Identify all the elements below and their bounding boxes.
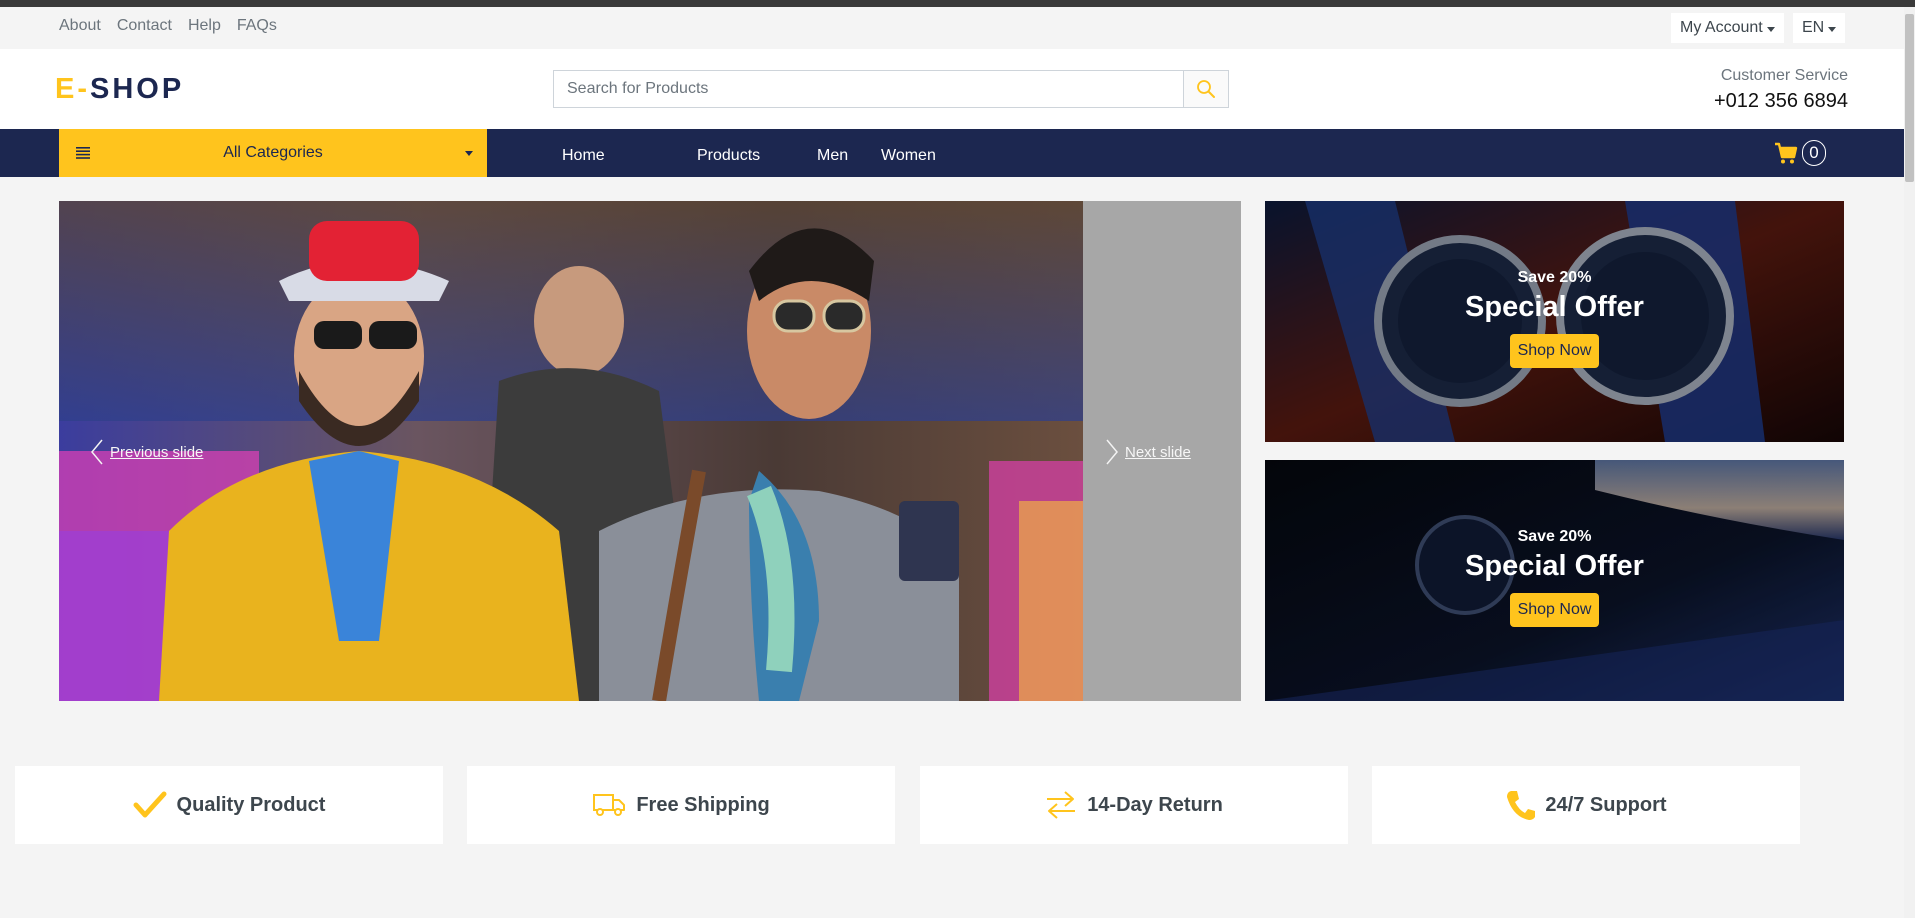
- top-links: About Contact Help FAQs: [59, 17, 277, 35]
- hero-carousel: Previous slide Next slide: [59, 201, 1241, 701]
- cart-button[interactable]: 0: [1774, 140, 1826, 166]
- all-categories-label: All Categories: [223, 144, 323, 161]
- offer-banner: Save 20% Special Offer Shop Now: [1265, 201, 1844, 442]
- search-button[interactable]: [1183, 71, 1228, 107]
- my-account-dropdown[interactable]: My Account: [1671, 13, 1784, 43]
- top-link-faqs[interactable]: FAQs: [237, 17, 277, 35]
- offer-content: Save 20% Special Offer Shop Now: [1265, 201, 1844, 442]
- offer-content: Save 20% Special Offer Shop Now: [1265, 460, 1844, 701]
- caret-down-icon: [1766, 26, 1775, 32]
- my-account-label: My Account: [1680, 19, 1763, 36]
- feature-label: 24/7 Support: [1545, 793, 1667, 816]
- search-input[interactable]: [554, 71, 1185, 107]
- nav-link-products[interactable]: Products: [697, 147, 760, 165]
- top-link-about[interactable]: About: [59, 17, 101, 35]
- browser-top-edge: [0, 0, 1915, 7]
- logo-main: SHOP: [90, 73, 185, 105]
- main-navbar: All Categories Home Products Men Women 0: [0, 129, 1904, 177]
- scrollbar-thumb[interactable]: [1905, 14, 1914, 182]
- language-label: EN: [1802, 19, 1825, 36]
- search-icon: [1197, 80, 1215, 98]
- caret-down-icon: [1828, 26, 1837, 32]
- offer-title: Special Offer: [1465, 550, 1644, 582]
- nav-link-men[interactable]: Men: [817, 147, 848, 165]
- language-dropdown[interactable]: EN: [1793, 13, 1846, 43]
- offer-save-text: Save 20%: [1517, 528, 1592, 545]
- offer-banner: Save 20% Special Offer Shop Now: [1265, 460, 1844, 701]
- feature-free-shipping: Free Shipping: [467, 766, 895, 844]
- top-link-help[interactable]: Help: [188, 17, 221, 35]
- feature-24-7-support: 24/7 Support: [1372, 766, 1800, 844]
- all-categories-button[interactable]: All Categories: [59, 129, 487, 177]
- customer-service-label: Customer Service: [1720, 67, 1848, 84]
- cart-count-badge: 0: [1802, 140, 1826, 166]
- customer-service-phone: +012 356 6894: [1713, 90, 1848, 112]
- top-bar: About Contact Help FAQs My Account EN: [0, 7, 1904, 49]
- nav-link-home[interactable]: Home: [562, 147, 605, 165]
- previous-slide-label: Previous slide: [110, 443, 204, 461]
- offer-title: Special Offer: [1465, 291, 1644, 323]
- offer-save-text: Save 20%: [1517, 269, 1592, 286]
- search-bar: [553, 70, 1229, 108]
- check-icon: [133, 791, 167, 818]
- feature-label: Quality Product: [176, 793, 326, 816]
- logo[interactable]: E-SHOP: [55, 73, 184, 106]
- previous-slide-control[interactable]: Previous slide: [90, 439, 203, 465]
- logo-prefix: E-: [55, 73, 90, 105]
- chevron-left-icon: [91, 439, 103, 465]
- next-slide-label: Next slide: [1125, 443, 1191, 461]
- top-link-contact[interactable]: Contact: [117, 17, 172, 35]
- next-slide-control[interactable]: Next slide: [1105, 439, 1191, 465]
- chevron-down-icon: [465, 151, 473, 156]
- chevron-right-icon: [1106, 439, 1118, 465]
- phone-icon: [1507, 791, 1536, 820]
- feature-label: 14-Day Return: [1087, 793, 1223, 816]
- site-header: E-SHOP Customer Service +012 356 6894: [0, 49, 1904, 129]
- truck-icon: [593, 794, 626, 816]
- exchange-arrows-icon: [1047, 791, 1076, 819]
- feature-label: Free Shipping: [636, 793, 770, 816]
- cart-icon: [1775, 142, 1798, 164]
- feature-14-day-return: 14-Day Return: [920, 766, 1348, 844]
- shop-now-button[interactable]: Shop Now: [1509, 593, 1600, 627]
- nav-link-women[interactable]: Women: [881, 147, 936, 165]
- feature-quality-product: Quality Product: [15, 766, 443, 844]
- hero-image: [59, 201, 1083, 701]
- features-row: Quality Product Free Shipping 14-Day Ret…: [0, 766, 1904, 844]
- shop-now-button[interactable]: Shop Now: [1509, 334, 1600, 368]
